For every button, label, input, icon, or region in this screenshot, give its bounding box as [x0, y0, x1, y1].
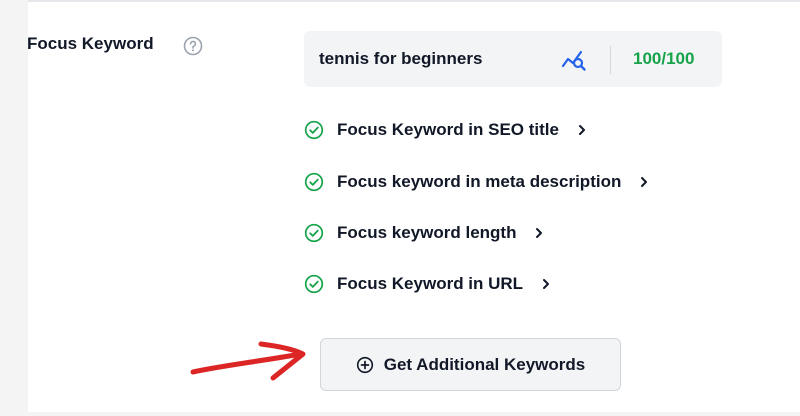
chevron-right-icon [641, 177, 648, 187]
hand-drawn-arrow-icon [190, 341, 306, 381]
keyword-analysis-icon[interactable] [561, 48, 587, 72]
check-label: Focus Keyword in SEO title [337, 120, 559, 139]
keyword-score: 100/100 [633, 49, 695, 68]
check-circle-icon [304, 120, 324, 140]
button-label: Get Additional Keywords [383, 354, 586, 374]
check-item-seo-title[interactable]: Focus Keyword in SEO title [304, 120, 589, 140]
chevron-right-icon [578, 125, 585, 135]
check-item-keyword-length[interactable]: Focus keyword length [304, 223, 546, 243]
check-circle-icon [304, 223, 324, 243]
chevron-right-icon [543, 279, 550, 289]
focus-keyword-field[interactable]: tennis for beginners 100/100 [304, 31, 722, 87]
check-item-keyword-in-url[interactable]: Focus Keyword in URL [304, 274, 553, 294]
field-divider [610, 46, 611, 74]
check-label: Focus Keyword in URL [337, 274, 524, 293]
chevron-right-icon [536, 228, 543, 238]
question-circle-icon[interactable] [183, 36, 203, 56]
focus-keyword-value[interactable]: tennis for beginners [319, 49, 482, 69]
check-label: Focus keyword in meta description [337, 172, 622, 191]
get-additional-keywords-button[interactable]: Get Additional Keywords [320, 338, 621, 391]
focus-keyword-label: Focus Keyword [27, 34, 154, 53]
check-circle-icon [304, 172, 324, 192]
check-label: Focus keyword length [337, 223, 517, 242]
check-item-meta-description[interactable]: Focus keyword in meta description [304, 172, 651, 192]
plus-circle-icon [356, 356, 373, 373]
check-circle-icon [304, 274, 324, 294]
